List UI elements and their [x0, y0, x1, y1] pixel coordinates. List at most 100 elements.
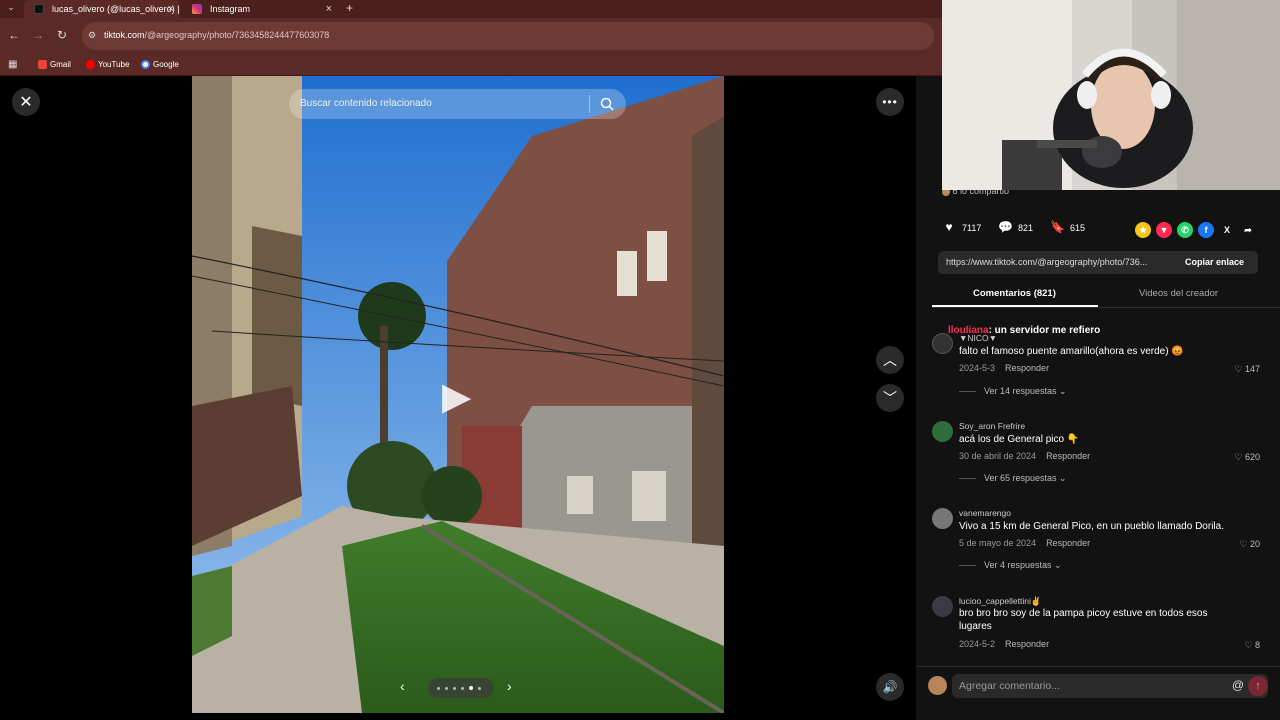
- comment-composer: Agregar comentario... @ ☺ ↑: [916, 666, 1280, 720]
- comment-like[interactable]: ♡ 20: [1239, 539, 1260, 550]
- comment-username[interactable]: ▼NICO▼: [959, 333, 997, 343]
- avatar[interactable]: [932, 596, 953, 617]
- slide-dot[interactable]: [461, 687, 464, 690]
- webcam-overlay: [942, 0, 1280, 190]
- instagram-icon: [192, 4, 202, 14]
- save-count[interactable]: 🔖 615: [1050, 220, 1086, 234]
- reply-button[interactable]: Responder: [1005, 363, 1049, 373]
- tab-comments[interactable]: Comentarios (821): [973, 288, 1056, 299]
- comment-like[interactable]: ♡ 147: [1234, 364, 1260, 375]
- avatar[interactable]: [932, 421, 953, 442]
- share-friends-icon[interactable]: ★: [1135, 222, 1151, 238]
- volume-button[interactable]: 🔊: [876, 673, 904, 701]
- view-replies-label: Ver 14 respuestas: [984, 386, 1057, 396]
- bookmark-icon: 🔖: [1050, 220, 1065, 234]
- bookmarks-bar: ▦ Gmail YouTube Google: [0, 54, 942, 76]
- reply-button[interactable]: Responder: [1046, 538, 1090, 548]
- share-link-text[interactable]: https://www.tiktok.com/@argeography/phot…: [946, 257, 1170, 267]
- bookmark-google[interactable]: Google: [141, 60, 179, 69]
- slide-dot[interactable]: [437, 687, 440, 690]
- avatar[interactable]: [932, 508, 953, 529]
- comment-item: Soy_aron Frefrire acá los de General pic…: [932, 419, 1272, 489]
- chevron-up-icon: ︿: [883, 352, 897, 368]
- comment-username[interactable]: vanemarengo: [959, 508, 1011, 518]
- tab-tiktok[interactable]: lucas_olivero (@lucas_olivero) | ×: [24, 0, 180, 18]
- comment-like-count: 20: [1249, 539, 1260, 549]
- avatar[interactable]: [932, 333, 953, 354]
- comment-username[interactable]: Soy_aron Frefrire: [959, 421, 1025, 431]
- next-video-button[interactable]: ﹀: [876, 384, 904, 412]
- next-slide-icon[interactable]: ›: [507, 678, 512, 694]
- close-tab-icon[interactable]: ×: [326, 0, 332, 18]
- more-icon: •••: [882, 95, 898, 109]
- close-tab-icon[interactable]: ×: [168, 0, 174, 18]
- slide-dot[interactable]: [445, 687, 448, 690]
- like-count[interactable]: ♥ 7117: [942, 220, 982, 234]
- comment-input[interactable]: Agregar comentario... @ ☺: [952, 674, 1268, 698]
- close-button[interactable]: ✕: [12, 88, 40, 116]
- forward-icon[interactable]: →: [31, 28, 45, 42]
- view-replies-button[interactable]: Ver 14 respuestas ⌄: [959, 386, 1067, 397]
- new-tab-icon[interactable]: +: [346, 1, 353, 15]
- tab-creator-videos[interactable]: Videos del creador: [1139, 288, 1218, 299]
- google-icon: [141, 60, 150, 69]
- facebook-icon[interactable]: f: [1198, 222, 1214, 238]
- comment-meta: 2024-5-3 Responder: [959, 363, 1049, 373]
- slide-dot[interactable]: [453, 687, 456, 690]
- tab-search-icon[interactable]: ⌄: [4, 2, 18, 16]
- save-count-value: 615: [1070, 223, 1086, 233]
- chevron-down-icon: ﹀: [883, 390, 897, 406]
- apps-grid-icon[interactable]: ▦: [8, 59, 17, 70]
- search-divider: [589, 95, 590, 113]
- comment-text: bro bro bro soy de la pampa picoy estuve…: [959, 608, 1208, 632]
- comment-item: llouliana: un servidor me refiero ▼NICO▼…: [932, 325, 1272, 403]
- comment-meta: 5 de mayo de 2024 Responder: [959, 538, 1090, 548]
- play-icon[interactable]: ▶: [442, 374, 471, 419]
- url-field[interactable]: ⚙ tiktok.com/@argeography/photo/73634582…: [82, 22, 934, 50]
- comment-text: acá los de General pico 👇: [959, 434, 1080, 445]
- photo-slide[interactable]: ▶: [192, 76, 724, 713]
- view-replies-label: Ver 4 respuestas: [984, 560, 1052, 570]
- back-icon[interactable]: ←: [7, 28, 21, 42]
- mention-icon[interactable]: @: [1232, 678, 1244, 692]
- reply-context-text: : un servidor me refiero: [988, 325, 1101, 336]
- reply-button[interactable]: Responder: [1005, 639, 1049, 649]
- whatsapp-icon[interactable]: ✆: [1177, 222, 1193, 238]
- site-info-icon[interactable]: ⚙: [88, 30, 96, 41]
- slide-dot-active[interactable]: [469, 686, 473, 690]
- share-more-icon[interactable]: ➦: [1240, 222, 1256, 238]
- view-replies-label: Ver 65 respuestas: [984, 473, 1057, 483]
- comment-username[interactable]: lucioo_cappellettini✌: [959, 596, 1041, 607]
- comment-count[interactable]: 💬 821: [998, 220, 1033, 234]
- bookmark-gmail[interactable]: Gmail: [38, 60, 71, 69]
- view-replies-button[interactable]: Ver 65 respuestas ⌄: [959, 473, 1067, 484]
- comment-text: falto el famoso puente amarillo(ahora es…: [959, 346, 1184, 357]
- like-count-value: 7117: [962, 223, 982, 233]
- send-comment-button[interactable]: ↑: [1248, 676, 1268, 696]
- comment-icon: 💬: [998, 220, 1013, 234]
- slide-dot[interactable]: [478, 687, 481, 690]
- view-replies-button[interactable]: Ver 4 respuestas ⌄: [959, 560, 1062, 571]
- search-placeholder: Buscar contenido relacionado: [300, 98, 432, 109]
- reply-button[interactable]: Responder: [1046, 451, 1090, 461]
- comment-like[interactable]: ♡ 8: [1244, 640, 1260, 651]
- close-icon: ✕: [19, 94, 33, 111]
- tab-instagram[interactable]: Instagram ×: [182, 0, 338, 18]
- x-icon[interactable]: X: [1219, 222, 1235, 238]
- share-repost-icon[interactable]: ▼: [1156, 222, 1172, 238]
- bookmark-youtube[interactable]: YouTube: [86, 60, 129, 69]
- comment-like[interactable]: ♡ 620: [1234, 452, 1260, 463]
- related-search-input[interactable]: Buscar contenido relacionado: [289, 89, 626, 119]
- search-icon[interactable]: [600, 97, 614, 111]
- more-options-button[interactable]: •••: [876, 88, 904, 116]
- url-host: tiktok.com: [104, 30, 145, 40]
- previous-video-button[interactable]: ︿: [876, 346, 904, 374]
- tiktok-icon: [34, 4, 44, 14]
- gmail-icon: [38, 60, 47, 69]
- previous-slide-icon[interactable]: ‹: [400, 678, 405, 694]
- reload-icon[interactable]: ↻: [55, 28, 69, 42]
- slide-indicator: [428, 678, 494, 698]
- copy-link-button[interactable]: Copiar enlace: [1185, 257, 1244, 267]
- comment-item: lucioo_cappellettini✌ bro bro bro soy de…: [932, 594, 1272, 656]
- comment-date: 5 de mayo de 2024: [959, 538, 1037, 548]
